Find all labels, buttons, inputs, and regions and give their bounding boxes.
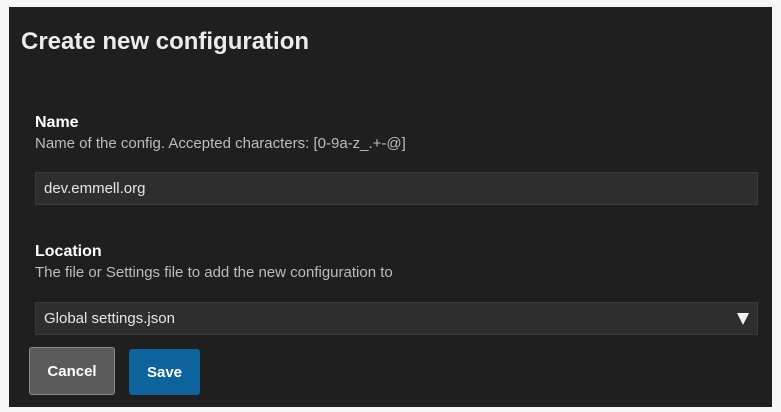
cancel-button[interactable]: Cancel — [29, 347, 115, 395]
location-selected-value: Global settings.json — [44, 310, 175, 327]
name-input[interactable] — [35, 172, 758, 205]
location-select[interactable]: Global settings.json — [35, 302, 758, 335]
location-description: The file or Settings file to add the new… — [35, 264, 393, 281]
create-configuration-dialog: Create new configuration Name Name of th… — [9, 7, 772, 407]
location-label: Location — [35, 243, 102, 260]
dialog-title: Create new configuration — [21, 28, 310, 55]
save-button[interactable]: Save — [129, 349, 200, 395]
chevron-down-icon[interactable] — [737, 313, 749, 325]
name-label: Name — [35, 114, 79, 131]
name-description: Name of the config. Accepted characters:… — [35, 135, 406, 152]
